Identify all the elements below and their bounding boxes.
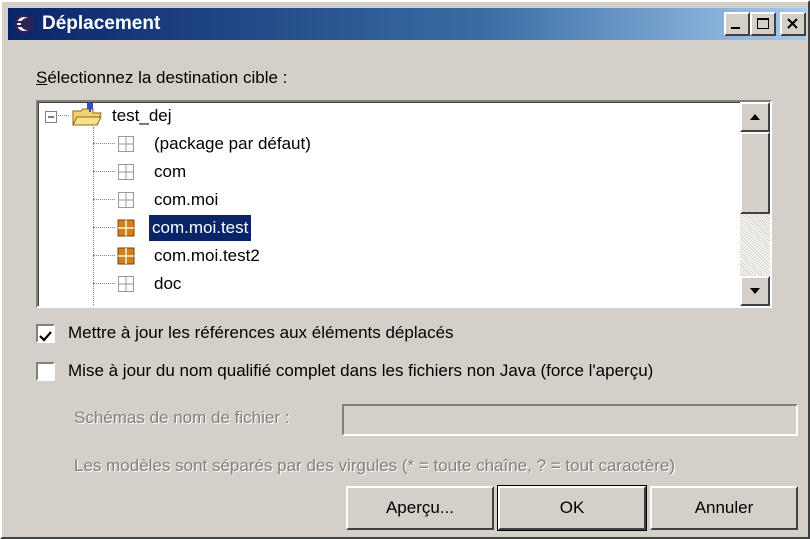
maximize-button[interactable] [750, 12, 776, 36]
tree-item-label: (package par défaut) [154, 134, 311, 153]
tree-connector [93, 283, 115, 284]
scroll-thumb[interactable] [740, 132, 770, 214]
prompt-mnemonic: S [36, 68, 48, 87]
tree-item-label: com.moi.test2 [154, 246, 260, 265]
update-refs-checkbox[interactable] [36, 324, 55, 343]
maximize-icon [757, 18, 769, 29]
tree-viewport[interactable]: test_dej (package par défaut) com com.mo… [38, 102, 740, 306]
empty-package-icon [118, 136, 134, 152]
title-bar[interactable]: Déplacement [8, 8, 806, 40]
scroll-up-button[interactable] [740, 102, 770, 132]
tree-item-label: com.moi [154, 190, 219, 209]
tree-connector [93, 171, 115, 172]
tree-item[interactable]: com [39, 159, 739, 185]
cancel-button[interactable]: Annuler [650, 486, 798, 530]
arrow-up-icon [750, 114, 760, 120]
project-folder-icon [72, 103, 102, 126]
tree-connector [93, 227, 115, 228]
package-icon [117, 219, 135, 237]
tree-item[interactable]: com.moi.test2 [39, 243, 739, 269]
prompt-text: électionnez la destination cible : [47, 68, 288, 87]
destination-prompt: Sélectionnez la destination cible : [36, 68, 287, 88]
collapse-icon[interactable] [45, 111, 58, 124]
tree-item-selected[interactable]: com.moi.test [39, 214, 739, 242]
arrow-down-icon [750, 288, 760, 294]
tree-connector [93, 199, 115, 200]
tree-scrollbar[interactable] [740, 102, 770, 306]
update-refs-label: Mettre à jour les références aux élément… [68, 323, 454, 342]
tree-root-label: test_dej [112, 106, 172, 125]
preview-button[interactable]: Aperçu... [346, 486, 494, 530]
ok-button[interactable]: OK [497, 485, 647, 531]
tree-item-label: com.moi.test [147, 214, 253, 242]
destination-tree[interactable]: test_dej (package par défaut) com com.mo… [36, 100, 772, 308]
close-icon [787, 18, 798, 29]
tree-item[interactable]: (package par défaut) [39, 131, 739, 157]
tree-root-row[interactable]: test_dej [39, 103, 739, 129]
scroll-down-button[interactable] [740, 276, 770, 306]
empty-package-icon [118, 192, 134, 208]
minimize-button[interactable] [724, 12, 750, 36]
ok-label: OK [559, 498, 585, 517]
file-patterns-field[interactable] [342, 404, 798, 436]
tree-item-label: com [154, 162, 187, 181]
tree-connector [93, 143, 115, 144]
minimize-icon [731, 27, 740, 29]
update-qualified-label: Mise à jour du nom qualifié complet dans… [68, 361, 654, 380]
update-qualified-checkbox[interactable] [36, 362, 55, 381]
dialog-window: Déplacement Sélectionnez la destination … [0, 0, 810, 539]
tree-connector [93, 255, 115, 256]
empty-package-icon [118, 164, 134, 180]
tree-item-label: doc [154, 274, 182, 293]
file-patterns-input[interactable] [344, 406, 796, 434]
close-button[interactable] [780, 12, 806, 36]
eclipse-app-icon [14, 14, 34, 34]
tree-item[interactable]: doc [39, 271, 739, 297]
file-patterns-label: Schémas de nom de fichier : [74, 408, 290, 427]
package-icon [117, 247, 135, 265]
window-title: Déplacement [42, 13, 161, 34]
patterns-hint: Les modèles sont séparés par des virgule… [74, 456, 676, 475]
tree-item[interactable]: com.moi [39, 187, 739, 213]
empty-package-icon [118, 276, 134, 292]
checkmark-icon [39, 331, 52, 342]
